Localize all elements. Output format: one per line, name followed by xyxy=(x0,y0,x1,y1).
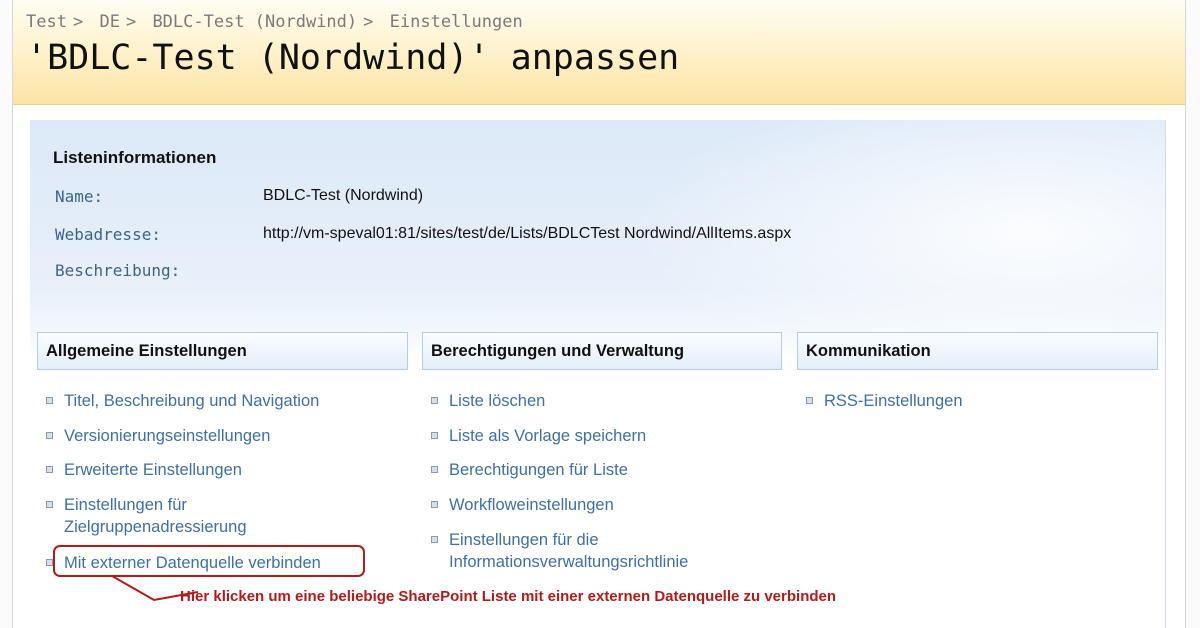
window-frame-right xyxy=(1185,0,1200,628)
breadcrumb-separator: > xyxy=(363,12,374,32)
breadcrumb-separator: > xyxy=(125,12,137,32)
link-delete-list[interactable]: Liste löschen xyxy=(431,390,545,412)
webaddress-value: http://vm-speval01:81/sites/test/de/List… xyxy=(263,225,792,242)
breadcrumb-item-test[interactable]: Test xyxy=(26,12,67,32)
link-label[interactable]: Titel, Beschreibung und Navigation xyxy=(64,392,319,410)
bullet-icon xyxy=(431,397,438,404)
bullet-icon xyxy=(46,466,53,473)
link-list-permissions[interactable]: Berechtigungen für Liste xyxy=(431,459,628,481)
page-title: 'BDLC-Test (Nordwind)' anpassen xyxy=(26,38,680,78)
section-header-communication: Kommunikation xyxy=(797,332,1158,370)
link-label[interactable]: Einstellungen für xyxy=(64,496,187,514)
link-label[interactable]: Versionierungseinstellungen xyxy=(64,427,270,445)
bullet-icon xyxy=(431,432,438,439)
bullet-icon xyxy=(46,432,53,439)
breadcrumb-item-current: Einstellungen xyxy=(389,12,523,32)
link-advanced-settings[interactable]: Erweiterte Einstellungen xyxy=(46,459,242,481)
link-label-line2[interactable]: Zielgruppenadressierung xyxy=(64,518,247,536)
breadcrumb-item-de[interactable]: DE xyxy=(99,12,119,32)
link-label[interactable]: Erweiterte Einstellungen xyxy=(64,461,242,479)
link-label[interactable]: Workfloweinstellungen xyxy=(449,496,614,514)
bullet-icon xyxy=(46,501,53,508)
link-rss-settings[interactable]: RSS-Einstellungen xyxy=(806,390,963,412)
link-title-description-navigation[interactable]: Titel, Beschreibung und Navigation xyxy=(46,390,319,412)
breadcrumb-separator: > xyxy=(72,12,84,32)
webaddress-label: Webadresse: xyxy=(55,225,161,244)
link-label[interactable]: Einstellungen für die xyxy=(449,531,599,549)
link-audience-targeting-settings[interactable]: Einstellungen für Zielgruppenadressierung xyxy=(46,494,247,538)
bullet-icon xyxy=(46,397,53,404)
link-information-management-policy[interactable]: Einstellungen für die Informationsverwalt… xyxy=(431,529,688,573)
link-workflow-settings[interactable]: Workfloweinstellungen xyxy=(431,494,614,516)
link-label[interactable]: Liste löschen xyxy=(449,392,545,410)
name-label: Name: xyxy=(55,187,104,206)
bullet-icon xyxy=(431,536,438,543)
breadcrumb: Test > DE > BDLC-Test (Nordwind) > Einstell… xyxy=(26,12,529,32)
link-label-line2[interactable]: Informationsverwaltungsrichtlinie xyxy=(449,553,688,571)
link-versioning-settings[interactable]: Versionierungseinstellungen xyxy=(46,425,270,447)
page-header: Test > DE > BDLC-Test (Nordwind) > Einstell… xyxy=(13,0,1185,105)
list-info-heading: Listeninformationen xyxy=(53,148,217,167)
description-label: Beschreibung: xyxy=(55,261,181,280)
section-header-permissions: Berechtigungen und Verwaltung xyxy=(422,332,782,370)
bullet-icon xyxy=(46,559,53,566)
link-label[interactable]: Liste als Vorlage speichern xyxy=(449,427,646,445)
callout-highlight-box xyxy=(53,545,365,577)
window-frame-left xyxy=(0,0,13,628)
bullet-icon xyxy=(431,466,438,473)
link-label[interactable]: Berechtigungen für Liste xyxy=(449,461,628,479)
section-header-general: Allgemeine Einstellungen xyxy=(37,332,408,370)
breadcrumb-item-list[interactable]: BDLC-Test (Nordwind) xyxy=(152,12,357,32)
bullet-icon xyxy=(806,397,813,404)
link-save-list-as-template[interactable]: Liste als Vorlage speichern xyxy=(431,425,646,447)
name-value: BDLC-Test (Nordwind) xyxy=(263,187,424,204)
callout-text: Hier klicken um eine beliebige SharePoin… xyxy=(180,588,837,605)
link-label[interactable]: RSS-Einstellungen xyxy=(824,392,963,410)
bullet-icon xyxy=(431,501,438,508)
